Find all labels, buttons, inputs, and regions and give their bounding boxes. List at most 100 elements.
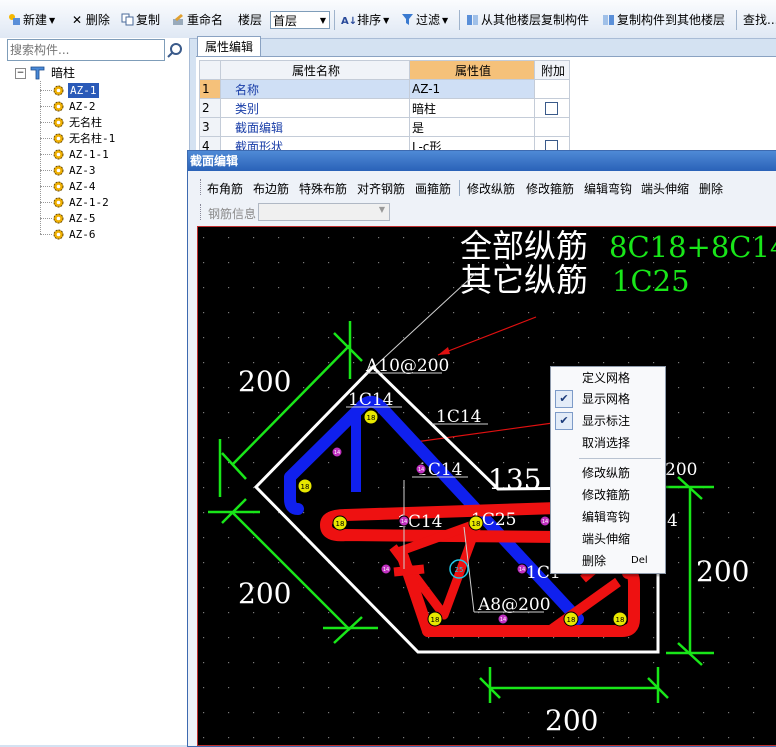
column-icon	[53, 117, 64, 128]
table-row[interactable]: 3 截面编辑 是	[199, 117, 570, 137]
column-icon	[53, 197, 64, 208]
new-button[interactable]: 新建 ▼	[8, 11, 55, 29]
chevron-down-icon: ▼	[442, 16, 449, 25]
tree-item[interactable]: AZ-1-2	[69, 195, 109, 210]
rebar-point[interactable]: 14	[398, 515, 410, 527]
tree-item[interactable]: AZ-3	[69, 163, 96, 178]
search-icon	[167, 43, 182, 58]
rename-icon	[173, 14, 183, 25]
rebar-point[interactable]: 18	[427, 611, 443, 627]
tree-root-label[interactable]: 暗柱	[51, 66, 75, 81]
find-button[interactable]: 查找...	[743, 11, 776, 29]
section-edit-toolbar: 布角筋 布边筋 特殊布筋 对齐钢筋 画箍筋 修改纵筋 修改箍筋 编辑弯钩 端头伸…	[188, 175, 776, 199]
tool-align-bar[interactable]: 对齐钢筋	[357, 180, 405, 197]
property-value[interactable]: AZ-1	[409, 79, 535, 99]
section-drawing[interactable]: 全部纵筋 8C18+8C14 其它纵筋 1C25 200 200 200 200…	[198, 227, 776, 745]
rebar-point[interactable]: 14	[380, 563, 392, 575]
rebar-point[interactable]: 14	[539, 515, 551, 527]
svg-text:14: 14	[500, 617, 506, 623]
chevron-down-icon: ▼	[319, 16, 326, 25]
copy-from-floor-button[interactable]: 从其他楼层复制构件	[466, 11, 589, 29]
tree-item[interactable]: 无名柱	[69, 115, 102, 130]
menu-item-delete[interactable]: 删除 Del	[551, 551, 665, 571]
other-longitudinal-label: 其它纵筋	[460, 261, 588, 299]
property-grid: 属性名称 属性值 附加 1 名称 AZ-1 2 类别 暗柱 3 截面编辑 是 4…	[196, 56, 776, 157]
toolbar-divider	[334, 10, 335, 30]
rebar-info-select[interactable]: ▼	[258, 203, 390, 221]
rebar-point[interactable]: 18	[363, 409, 379, 425]
header-property-value: 属性值	[409, 60, 535, 80]
table-row[interactable]: 2 类别 暗柱	[199, 98, 570, 118]
rebar-point[interactable]: 18	[297, 478, 313, 494]
toolbar-grip	[200, 204, 203, 220]
menu-item-modify-longitudinal[interactable]: 修改纵筋	[551, 463, 665, 483]
rebar-info-label: 钢筋信息	[208, 207, 257, 221]
header-extra: 附加	[534, 60, 570, 80]
sort-button[interactable]: A↓排序 ▼	[341, 11, 389, 29]
tool-special-bar[interactable]: 特殊布筋	[299, 180, 347, 197]
search-button[interactable]	[166, 39, 188, 61]
collapse-toggle[interactable]: −	[15, 68, 26, 79]
table-row[interactable]: 1 名称 AZ-1	[199, 79, 570, 99]
rebar-point[interactable]: 18	[612, 611, 628, 627]
tree-item[interactable]: 无名柱-1	[69, 131, 115, 146]
tool-draw-stirrup[interactable]: 画箍筋	[415, 180, 451, 197]
rebar-point[interactable]: 14	[497, 613, 509, 625]
dimension-text: 200	[238, 577, 291, 610]
tool-edge-bar[interactable]: 布边筋	[253, 180, 289, 197]
property-table: 属性名称 属性值 附加 1 名称 AZ-1 2 类别 暗柱 3 截面编辑 是 4…	[199, 60, 570, 156]
search-box	[7, 39, 165, 61]
menu-item-edit-hook[interactable]: 编辑弯钩	[551, 507, 665, 527]
svg-text:18: 18	[472, 520, 481, 528]
filter-button[interactable]: 过滤 ▼	[401, 11, 448, 29]
property-value[interactable]: 暗柱	[409, 98, 535, 118]
tree-item[interactable]: AZ-1	[68, 83, 99, 98]
chevron-down-icon: ▼	[49, 16, 56, 25]
tool-edit-hook[interactable]: 编辑弯钩	[584, 180, 632, 197]
tool-delete[interactable]: 删除	[699, 180, 723, 197]
rebar-point[interactable]: 14	[415, 463, 427, 475]
tree-item[interactable]: AZ-2	[69, 99, 96, 114]
copy-to-floor-button[interactable]: 复制构件到其他楼层	[602, 11, 725, 29]
copy-button[interactable]: 复制	[121, 11, 160, 29]
menu-item-define-grid[interactable]: 定义网格	[551, 368, 665, 388]
svg-text:14: 14	[542, 519, 548, 525]
menu-item-modify-stirrup[interactable]: 修改箍筋	[551, 485, 665, 505]
delete-button[interactable]: ✕ 删除	[72, 11, 110, 29]
rename-button[interactable]: 重命名	[172, 11, 223, 29]
copy-icon	[121, 13, 134, 26]
context-menu: 定义网格 ✔ 显示网格 ✔ 显示标注 取消选择 修改纵筋 修改箍筋 编辑弯钩 端头伸…	[550, 366, 666, 574]
tool-modify-longitudinal[interactable]: 修改纵筋	[467, 180, 515, 197]
rebar-point[interactable]: 18	[563, 611, 579, 627]
tree-item[interactable]: AZ-1-1	[69, 147, 109, 162]
menu-item-end-stretch[interactable]: 端头伸缩	[551, 529, 665, 549]
floor-select[interactable]: 首层 ▼	[270, 11, 330, 29]
svg-text:14: 14	[519, 567, 525, 573]
tree-item[interactable]: AZ-5	[69, 211, 96, 226]
tree-guide	[40, 106, 52, 107]
section-canvas[interactable]: 全部纵筋 8C18+8C14 其它纵筋 1C25 200 200 200 200…	[197, 226, 776, 746]
extra-checkbox[interactable]	[545, 102, 558, 115]
chevron-down-icon: ▼	[378, 205, 385, 214]
tree-item[interactable]: AZ-6	[69, 227, 96, 242]
tree-item[interactable]: AZ-4	[69, 179, 96, 194]
property-value[interactable]: 是	[409, 117, 535, 137]
tool-corner-bar[interactable]: 布角筋	[207, 180, 243, 197]
search-input[interactable]	[10, 41, 160, 59]
rebar-point[interactable]: 18	[332, 515, 348, 531]
tool-end-stretch[interactable]: 端头伸缩	[641, 180, 689, 197]
menu-item-show-annotation[interactable]: ✔ 显示标注	[551, 411, 665, 431]
menu-item-cancel-selection[interactable]: 取消选择	[551, 433, 665, 453]
svg-text:14: 14	[401, 519, 407, 525]
svg-text:18: 18	[431, 616, 440, 624]
tool-modify-stirrup[interactable]: 修改箍筋	[526, 180, 574, 197]
chevron-down-icon: ▼	[383, 16, 390, 25]
rebar-info-row: 钢筋信息 ▼	[188, 201, 776, 223]
other-longitudinal-value: 1C25	[612, 264, 690, 298]
menu-item-show-grid[interactable]: ✔ 显示网格	[551, 389, 665, 409]
rebar-point[interactable]: 14	[331, 446, 343, 458]
rebar-point[interactable]: 14	[516, 563, 528, 575]
header-property-name: 属性名称	[220, 60, 410, 80]
tab-property-edit[interactable]: 属性编辑	[197, 36, 261, 57]
rebar-point[interactable]: 18	[468, 515, 484, 531]
